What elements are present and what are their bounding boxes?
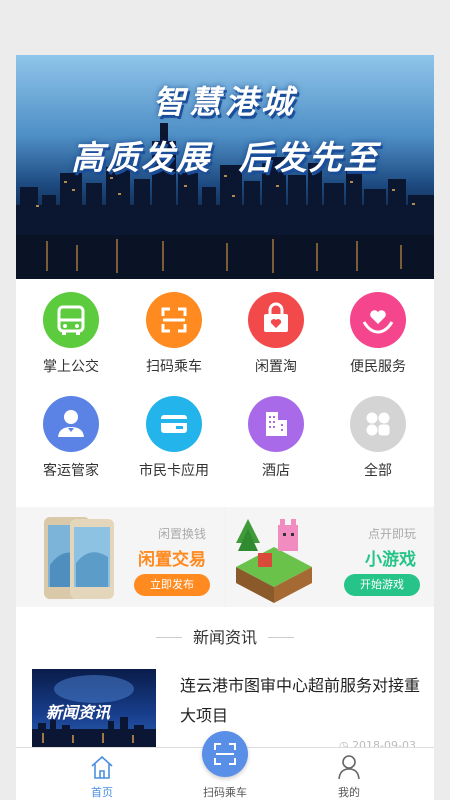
grid-item-hotel[interactable]: 酒店 xyxy=(226,396,326,480)
all-apps-icon xyxy=(350,396,406,452)
heart-hand-icon xyxy=(350,292,406,348)
gift-bag-icon xyxy=(248,292,304,348)
app-screen: 智慧港城 高质发展 后发先至 掌上公交 扫码乘车 闲置淘 便民服务 客运管家 市… xyxy=(16,55,434,800)
grid-item-label: 全部 xyxy=(364,463,392,479)
start-game-button[interactable]: 开始游戏 xyxy=(344,574,420,596)
promo-section: 闲置换钱 闲置交易 立即发布 点开即玩 小游戏 开始游戏 xyxy=(16,507,434,607)
scan-icon xyxy=(146,292,202,348)
scan-icon xyxy=(214,743,236,765)
tab-home[interactable]: 首页 xyxy=(52,748,152,800)
divider xyxy=(156,637,182,638)
card-icon xyxy=(146,396,202,452)
grid-item-label: 客运管家 xyxy=(43,463,99,479)
banner-title: 智慧港城 xyxy=(152,83,297,121)
promo-title: 闲置交易 xyxy=(138,550,206,570)
grid-item-bus[interactable]: 掌上公交 xyxy=(21,292,121,376)
grid-item-citizen-card[interactable]: 市民卡应用 xyxy=(124,396,224,480)
news-title: 连云港市图审中心超前服务对接重大项目 xyxy=(180,676,421,725)
grid-item-scan[interactable]: 扫码乘车 xyxy=(124,292,224,376)
banner[interactable]: 智慧港城 高质发展 后发先至 xyxy=(16,55,434,279)
grid-item-passenger[interactable]: 客运管家 xyxy=(21,396,121,480)
tab-scan-label: 扫码乘车 xyxy=(203,786,247,799)
grid-item-label: 闲置淘 xyxy=(255,359,297,375)
tab-home-label: 首页 xyxy=(91,786,113,799)
news-thumbnail-text: 新闻资讯 xyxy=(46,703,111,722)
grid-item-all[interactable]: 全部 xyxy=(328,396,428,480)
home-icon xyxy=(91,755,113,779)
grid-item-label: 市民卡应用 xyxy=(139,463,209,479)
news-section-header: 新闻资讯 xyxy=(16,623,434,653)
bus-icon xyxy=(43,292,99,348)
grid-item-convenience[interactable]: 便民服务 xyxy=(328,292,428,376)
grid-item-label: 掌上公交 xyxy=(43,359,99,375)
divider xyxy=(268,637,294,638)
promo-card-games[interactable]: 点开即玩 小游戏 开始游戏 xyxy=(226,507,434,607)
banner-slogan: 高质发展 后发先至 xyxy=(71,138,379,177)
building-icon xyxy=(248,396,304,452)
user-manager-icon xyxy=(43,396,99,452)
publish-now-button[interactable]: 立即发布 xyxy=(134,574,210,596)
promo-subtitle: 点开即玩 xyxy=(367,527,416,541)
promo-title: 小游戏 xyxy=(365,550,416,570)
promo-card-secondhand[interactable]: 闲置换钱 闲置交易 立即发布 xyxy=(16,507,224,607)
tab-mine[interactable]: 我的 xyxy=(299,748,399,800)
user-icon xyxy=(338,755,360,780)
scan-ride-button[interactable] xyxy=(202,731,248,777)
news-thumbnail: 新闻资讯 xyxy=(32,669,156,749)
grid-item-secondhand[interactable]: 闲置淘 xyxy=(226,292,326,376)
grid-item-label: 扫码乘车 xyxy=(146,359,202,375)
phone-image xyxy=(44,517,114,599)
tab-mine-label: 我的 xyxy=(338,786,360,799)
news-section-title: 新闻资讯 xyxy=(192,628,257,647)
promo-subtitle: 闲置换钱 xyxy=(157,527,206,541)
grid-item-label: 便民服务 xyxy=(350,359,406,375)
game-image xyxy=(236,519,312,603)
grid-item-label: 酒店 xyxy=(262,463,290,479)
